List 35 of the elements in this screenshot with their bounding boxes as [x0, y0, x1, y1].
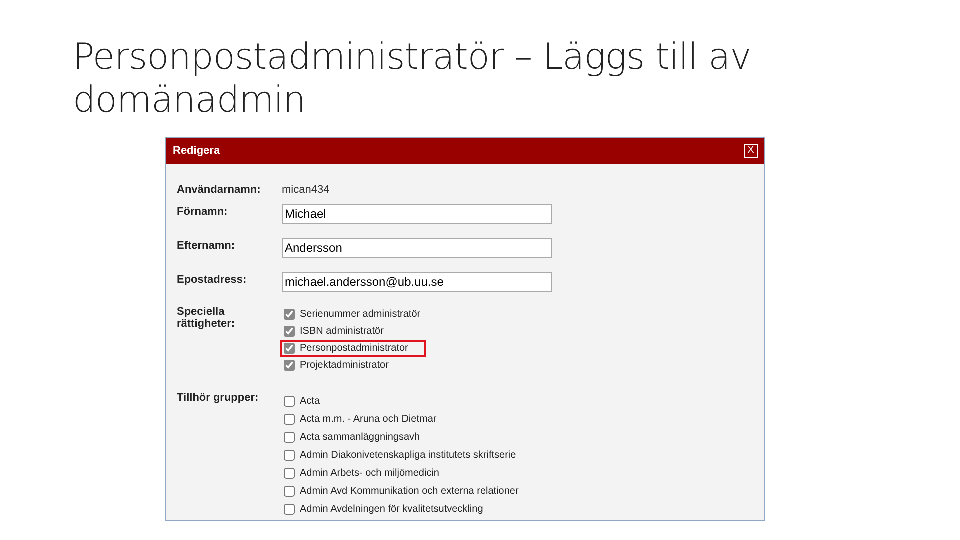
close-button[interactable]: X — [744, 144, 758, 158]
field-label: Epostadress: — [177, 274, 248, 286]
slide-title: Personpostadministratör – Läggs till av domänadmin — [73, 36, 752, 122]
checkbox-item[interactable]: Acta sammanläggningsavh — [280, 428, 424, 446]
checkbox[interactable] — [284, 450, 295, 460]
checkbox-item[interactable]: Projektadministrator — [280, 357, 393, 374]
checkbox[interactable] — [284, 343, 295, 354]
checkbox[interactable] — [284, 309, 295, 320]
highlighted-checkbox-item[interactable]: Personpostadministrator — [280, 340, 426, 357]
text-field[interactable]: Andersson — [282, 238, 552, 258]
username-value: mican434 — [282, 184, 331, 198]
field-label: Speciella rättigheter: — [177, 306, 236, 330]
checkbox[interactable] — [284, 414, 295, 424]
field-label: Efternamn: — [177, 240, 236, 252]
checkbox[interactable] — [284, 326, 295, 337]
checkbox-item[interactable]: Acta m.m. - Aruna och Dietmar — [280, 410, 441, 428]
text-field[interactable]: michael.andersson@ub.uu.se — [282, 272, 552, 292]
checkbox-item[interactable]: ISBN administratör — [280, 323, 388, 340]
checkbox-item[interactable]: Admin Arbets- och miljömedicin — [280, 464, 444, 482]
checkbox[interactable] — [284, 504, 295, 514]
dialog-title: Redigera — [173, 145, 220, 157]
checkbox-item[interactable]: Admin Avd Kommunikation och externa relationer — [280, 482, 523, 500]
field-label: Tillhör grupper: — [177, 392, 260, 404]
checkbox-item[interactable]: Serienummer administratör — [280, 306, 425, 323]
checkbox[interactable] — [284, 468, 295, 478]
checkbox[interactable] — [284, 360, 295, 371]
checkbox[interactable] — [284, 432, 295, 442]
checkbox-item[interactable]: Admin Avdelningen för kvalitetsutveckling — [280, 500, 488, 518]
checkbox[interactable] — [284, 486, 295, 496]
checkbox-item[interactable]: Admin Diakonivetenskapliga institutets skriftserie — [280, 446, 520, 464]
checkbox[interactable] — [284, 396, 295, 406]
field-label: Användarnamn: — [177, 184, 262, 196]
text-field[interactable]: Michael — [282, 204, 552, 224]
checkbox-item[interactable]: Acta — [280, 392, 324, 410]
field-label: Förnamn: — [177, 206, 229, 218]
